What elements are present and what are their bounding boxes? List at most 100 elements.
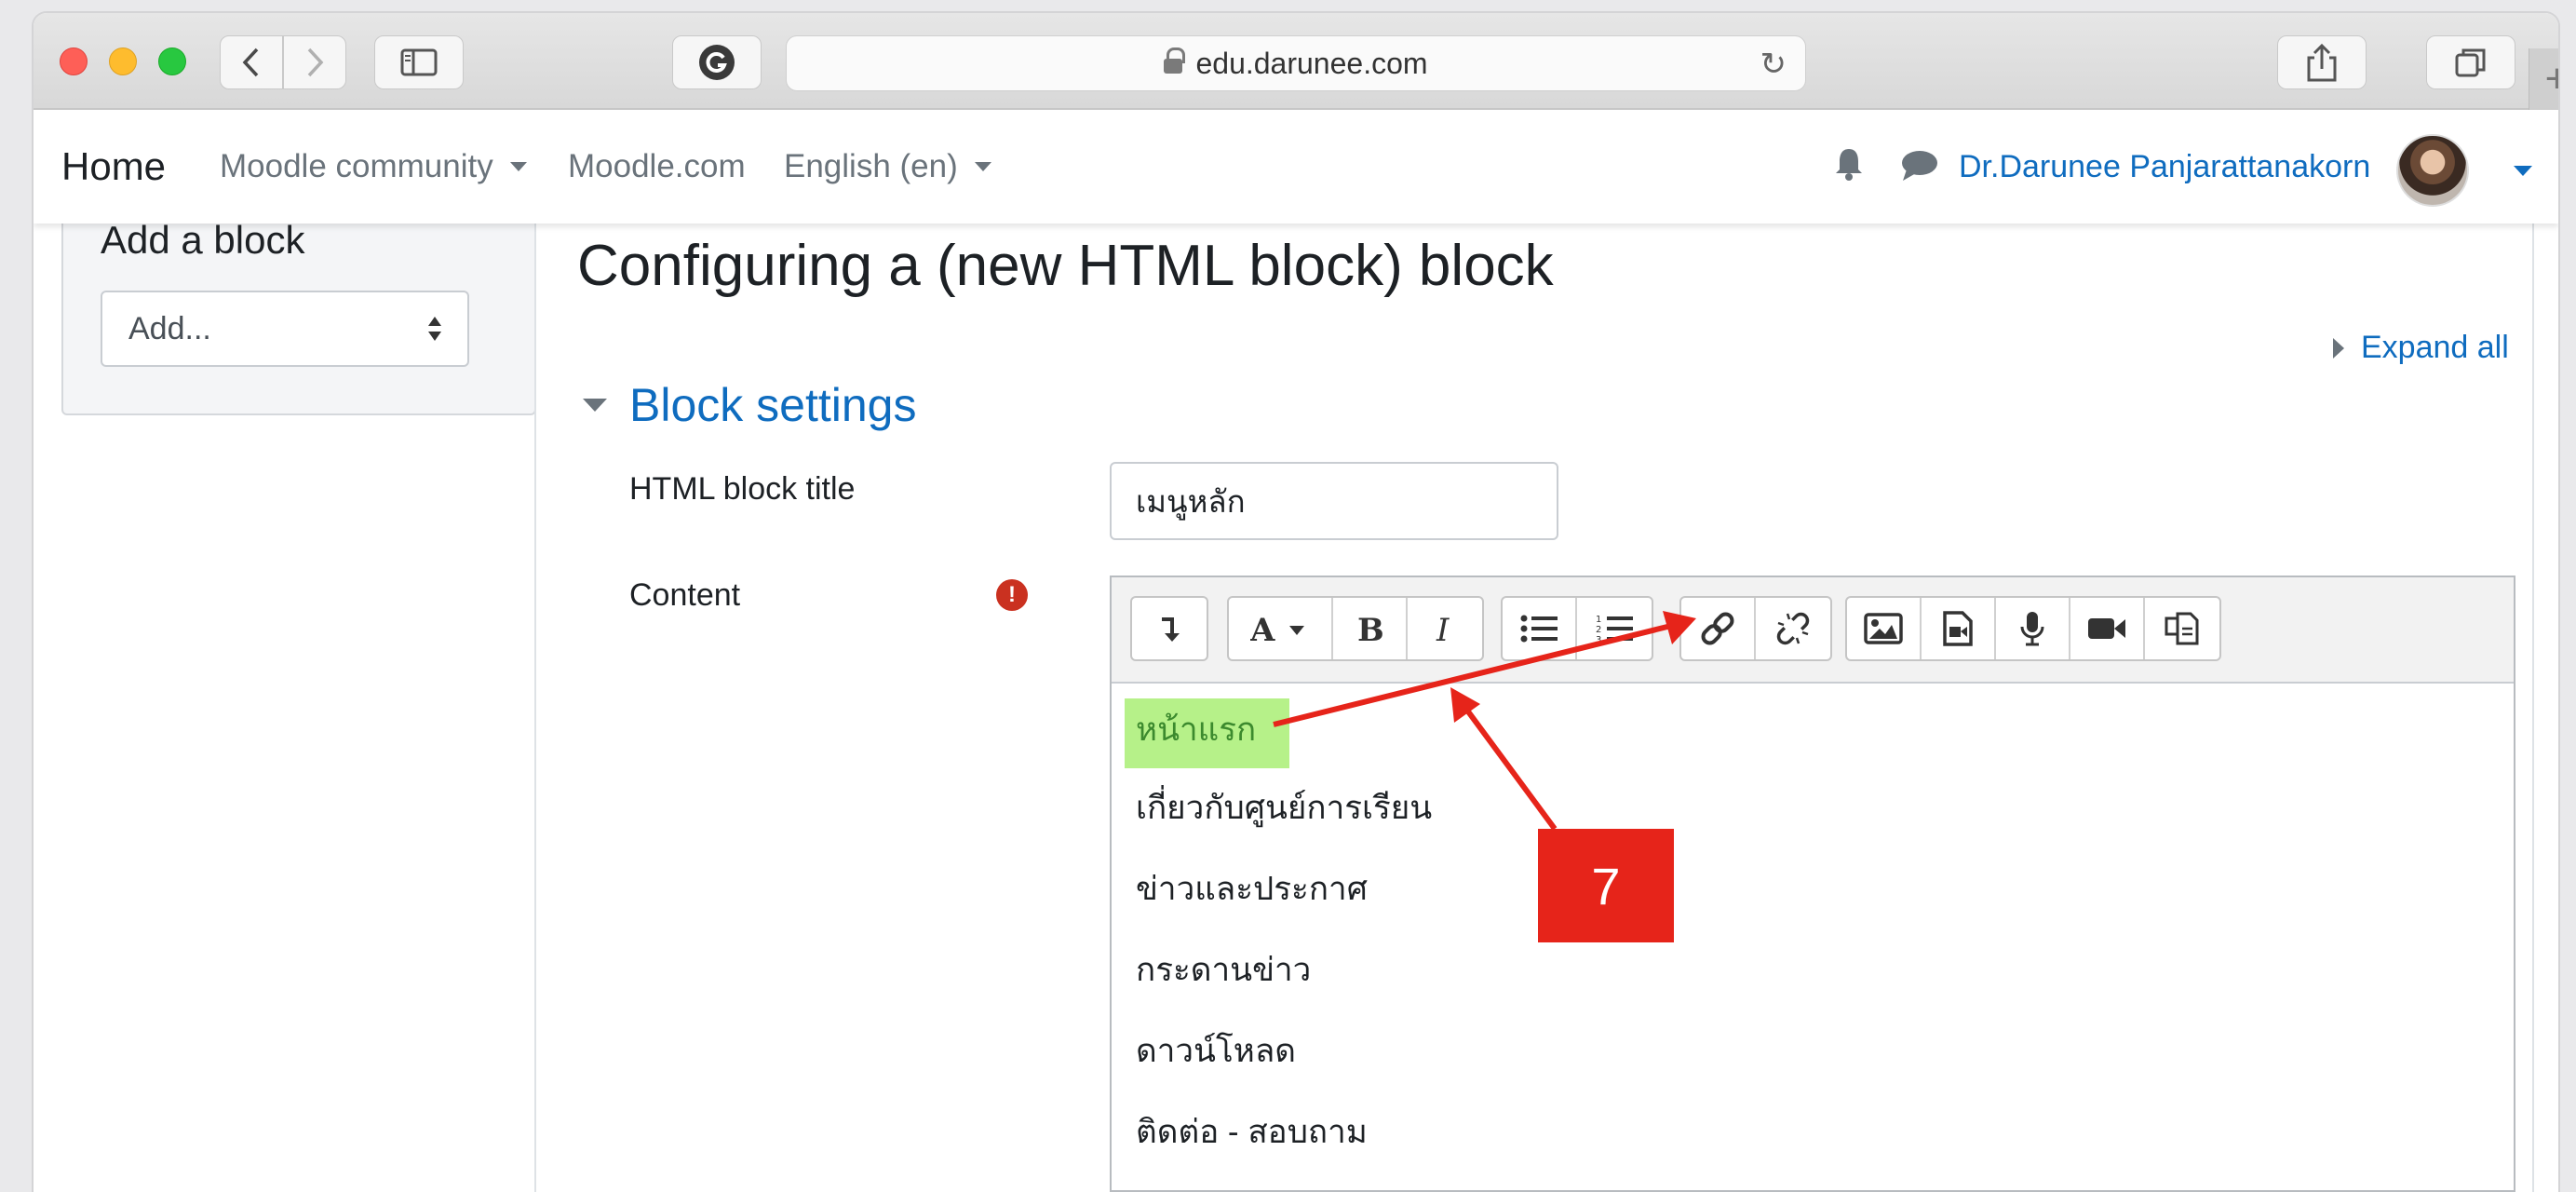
- svg-text:B: B: [1357, 613, 1383, 644]
- content-label: Content: [629, 577, 741, 613]
- block-settings-section-header[interactable]: Block settings: [583, 378, 916, 432]
- new-tab-button[interactable]: +: [2529, 48, 2558, 110]
- page-title: Configuring a (new HTML block) block: [577, 234, 1554, 298]
- chevron-right-icon: [307, 47, 324, 77]
- unlink-icon: [1776, 612, 1810, 645]
- forward-button[interactable]: [283, 35, 346, 89]
- url-text: edu.darunee.com: [1195, 46, 1428, 80]
- italic-icon: I: [1436, 613, 1450, 644]
- show-tabs-button[interactable]: [2426, 35, 2515, 89]
- svg-text:I: I: [1436, 613, 1450, 644]
- html-block-title-value: เมนูหลัก: [1136, 483, 1246, 519]
- menu-item-news[interactable]: ข่าวและประกาศ: [1136, 863, 1368, 914]
- nav-language-menu[interactable]: English (en): [784, 148, 991, 185]
- caret-down-icon[interactable]: [2514, 166, 2532, 176]
- reload-icon[interactable]: ↻: [1760, 46, 1787, 83]
- add-block-select-value: Add...: [128, 310, 211, 346]
- tabs-overview-icon: [2455, 48, 2486, 77]
- close-window-button[interactable]: [60, 47, 88, 75]
- show-more-buttons-button[interactable]: [1132, 598, 1207, 659]
- toolbar-group-collapse: [1130, 596, 1208, 661]
- svg-text:1: 1: [1596, 615, 1601, 625]
- required-icon: !: [996, 579, 1028, 611]
- font-style-icon: A: [1250, 613, 1304, 644]
- link-button[interactable]: [1681, 598, 1756, 659]
- media-file-icon: [1943, 611, 1973, 646]
- svg-text:2: 2: [1596, 625, 1601, 635]
- video-camera-icon: [2088, 618, 2125, 639]
- nav-language-label: English (en): [784, 148, 958, 184]
- caret-down-icon: [583, 399, 607, 412]
- caret-down-icon: [509, 162, 527, 171]
- browser-toolbar: edu.darunee.com ↻ +: [34, 13, 2558, 110]
- site-navbar: Home Moodle community Moodle.com English…: [34, 110, 2558, 224]
- toolbar-group-media: [1845, 596, 2221, 661]
- nav-home-link[interactable]: Home: [61, 144, 166, 189]
- unlink-button[interactable]: [1756, 598, 1830, 659]
- nav-moodle-community-menu[interactable]: Moodle community: [220, 148, 527, 185]
- minimize-window-button[interactable]: [109, 47, 137, 75]
- nav-moodle-community-label: Moodle community: [220, 148, 493, 184]
- ordered-list-button[interactable]: 123: [1577, 598, 1652, 659]
- chevron-left-icon: [242, 47, 259, 77]
- html-block-title-input[interactable]: เมนูหลัก: [1110, 462, 1558, 540]
- manage-files-button[interactable]: [2145, 598, 2219, 659]
- editor-toolbar: A B I 123: [1112, 577, 2514, 684]
- expand-all-label: Expand all: [2361, 330, 2509, 365]
- caret-down-icon: [974, 162, 991, 171]
- menu-item-forum[interactable]: กระดานข่าว: [1136, 944, 1311, 996]
- toolbar-group-lists: 123: [1501, 596, 1653, 661]
- notification-bell-icon[interactable]: [1830, 145, 1868, 183]
- sidebar-icon: [400, 48, 438, 76]
- add-block-panel: Add a block Add...: [61, 218, 536, 415]
- svg-text:3: 3: [1596, 635, 1601, 644]
- collapse-toggle-icon: [1162, 617, 1180, 642]
- toolbar-group-links: [1679, 596, 1832, 661]
- share-button[interactable]: [2277, 35, 2367, 89]
- paragraph-styles-button[interactable]: A: [1229, 598, 1333, 659]
- menu-item-contact[interactable]: ติดต่อ - สอบถาม: [1136, 1106, 1368, 1158]
- numbered-list-icon: 123: [1596, 615, 1633, 644]
- add-block-title: Add a block: [101, 218, 305, 262]
- select-arrows-icon: [428, 317, 441, 345]
- back-button[interactable]: [220, 35, 283, 89]
- bullet-list-icon: [1520, 615, 1558, 643]
- nav-moodlecom-link[interactable]: Moodle.com: [568, 148, 746, 185]
- svg-text:A: A: [1250, 613, 1275, 644]
- link-icon: [1701, 612, 1734, 645]
- user-menu-name[interactable]: Dr.Darunee Panjarattanakorn: [1959, 110, 2370, 224]
- sidebar-toggle-button[interactable]: [374, 35, 464, 89]
- share-icon: [2307, 43, 2337, 82]
- page-content: Add a block Add... Configuring a (new HT…: [34, 218, 2558, 1192]
- grammarly-extension-button[interactable]: [672, 35, 762, 89]
- files-icon: [2165, 612, 2199, 645]
- menu-item-download[interactable]: ดาวน์โหลด: [1136, 1025, 1296, 1077]
- toolbar-group-style: A B I: [1227, 596, 1484, 661]
- block-settings-title: Block settings: [629, 379, 917, 431]
- bold-icon: B: [1357, 613, 1383, 644]
- record-video-button[interactable]: [2070, 598, 2145, 659]
- address-bar[interactable]: edu.darunee.com ↻: [786, 35, 1806, 91]
- step-number-badge: 7: [1538, 829, 1674, 942]
- lock-icon: [1164, 47, 1186, 74]
- zoom-window-button[interactable]: [158, 47, 186, 75]
- messages-icon[interactable]: [1899, 147, 1940, 183]
- italic-button[interactable]: I: [1408, 598, 1482, 659]
- add-block-select[interactable]: Add...: [101, 291, 469, 367]
- browser-window: edu.darunee.com ↻ + Home Moodle communit…: [34, 13, 2558, 1192]
- insert-image-button[interactable]: [1847, 598, 1922, 659]
- content-editor[interactable]: A B I 123 หน้าแรก เกี่ยวกับศูนย์การเรียน…: [1110, 576, 2515, 1192]
- expand-all-link[interactable]: Expand all: [2333, 330, 2509, 366]
- unordered-list-button[interactable]: [1503, 598, 1577, 659]
- record-audio-button[interactable]: [1996, 598, 2070, 659]
- image-icon: [1864, 613, 1903, 644]
- avatar[interactable]: [2396, 134, 2469, 207]
- caret-right-icon: [2333, 337, 2344, 359]
- bold-button[interactable]: B: [1333, 598, 1408, 659]
- menu-item-about[interactable]: เกี่ยวกับศูนย์การเรียน: [1136, 782, 1432, 833]
- editor-content-area[interactable]: หน้าแรก เกี่ยวกับศูนย์การเรียน ข่าวและปร…: [1112, 684, 2514, 1192]
- menu-item-home[interactable]: หน้าแรก: [1125, 698, 1290, 768]
- insert-media-button[interactable]: [1922, 598, 1996, 659]
- microphone-icon: [2020, 612, 2044, 646]
- html-block-title-label: HTML block title: [629, 471, 856, 507]
